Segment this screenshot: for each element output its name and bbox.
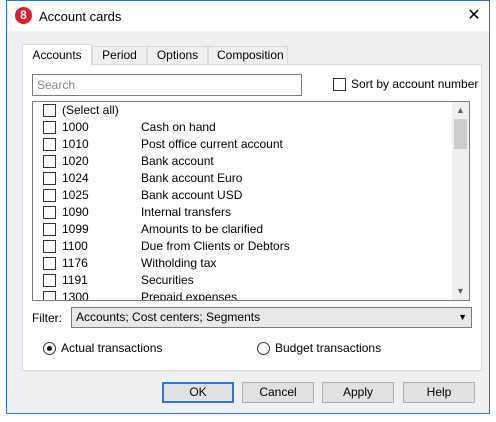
list-item[interactable]: 1100 Due from Clients or Debtors <box>33 238 453 255</box>
list-item[interactable]: 1191 Securities <box>33 272 453 289</box>
actual-transactions-label: Actual transactions <box>61 341 163 355</box>
app-icon: 8 <box>15 7 32 24</box>
account-name: Securities <box>141 273 194 287</box>
search-input[interactable] <box>32 74 302 96</box>
scrollbar-thumb[interactable] <box>454 119 467 149</box>
select-all-label: (Select all) <box>62 103 119 117</box>
account-checkbox[interactable] <box>43 172 56 185</box>
tab-period[interactable]: Period <box>92 46 147 65</box>
tab-accounts[interactable]: Accounts <box>22 44 92 66</box>
select-all-checkbox[interactable] <box>43 104 56 117</box>
account-checkbox[interactable] <box>43 155 56 168</box>
list-item[interactable]: 1176 Witholding tax <box>33 255 453 272</box>
account-name: Bank account USD <box>141 188 243 202</box>
account-name: Post office current account <box>141 137 283 151</box>
account-checkbox[interactable] <box>43 121 56 134</box>
filter-dropdown[interactable]: Accounts; Cost centers; Segments ▼ <box>71 307 472 328</box>
list-item[interactable]: 1010 Post office current account <box>33 136 453 153</box>
dropdown-arrow-icon: ▼ <box>458 312 467 322</box>
account-checkbox[interactable] <box>43 240 56 253</box>
account-number: 1100 <box>62 239 88 253</box>
account-checkbox[interactable] <box>43 291 56 300</box>
cancel-button[interactable]: Cancel <box>242 382 314 403</box>
account-name: Bank account Euro <box>141 171 243 185</box>
account-name: Witholding tax <box>141 256 217 270</box>
list-item[interactable]: 1099 Amounts to be clarified <box>33 221 453 238</box>
list-item[interactable]: 1024 Bank account Euro <box>33 170 453 187</box>
accounts-panel: Sort by account number (Select all) 1000… <box>22 64 482 371</box>
chevron-down-icon[interactable]: ▼ <box>452 283 469 300</box>
account-checkbox[interactable] <box>43 206 56 219</box>
account-number: 1176 <box>62 256 88 270</box>
account-checkbox[interactable] <box>43 138 56 151</box>
account-name: Bank account <box>141 154 214 168</box>
list-item[interactable]: 1000 Cash on hand <box>33 119 453 136</box>
list-scrollbar[interactable]: ▲ ▼ <box>452 102 469 300</box>
window-title: Account cards <box>39 9 122 24</box>
account-number: 1090 <box>62 205 89 219</box>
filter-label: Filter: <box>32 311 62 325</box>
account-cards-dialog: 8 Account cards ✕ Accounts Period Option… <box>6 0 490 414</box>
budget-transactions-label: Budget transactions <box>275 341 382 355</box>
account-checkbox[interactable] <box>43 274 56 287</box>
filter-value: Accounts; Cost centers; Segments <box>76 310 261 324</box>
accounts-list[interactable]: (Select all) 1000 Cash on hand 1010 Post… <box>32 101 470 301</box>
account-checkbox[interactable] <box>43 189 56 202</box>
list-item-select-all[interactable]: (Select all) <box>33 102 453 119</box>
account-checkbox[interactable] <box>43 223 56 236</box>
account-name: Internal transfers <box>141 205 232 219</box>
tab-options[interactable]: Options <box>147 46 208 65</box>
account-name: Cash on hand <box>141 120 216 134</box>
title-bar: 8 Account cards ✕ <box>7 1 489 31</box>
list-item[interactable]: 1300 Prepaid expenses <box>33 289 453 301</box>
close-icon[interactable]: ✕ <box>459 1 489 31</box>
account-number: 1191 <box>62 273 88 287</box>
list-item[interactable]: 1020 Bank account <box>33 153 453 170</box>
ok-button[interactable]: OK <box>162 382 234 403</box>
account-name: Prepaid expenses <box>141 290 238 301</box>
account-checkbox[interactable] <box>43 257 56 270</box>
account-number: 1024 <box>62 171 89 185</box>
list-item[interactable]: 1025 Bank account USD <box>33 187 453 204</box>
help-button[interactable]: Help <box>403 382 475 403</box>
account-number: 1020 <box>62 154 89 168</box>
account-number: 1025 <box>62 188 89 202</box>
apply-button[interactable]: Apply <box>322 382 394 403</box>
chevron-up-icon[interactable]: ▲ <box>452 102 469 119</box>
sort-by-number-label: Sort by account number <box>351 77 479 91</box>
budget-transactions-radio[interactable] <box>257 342 270 355</box>
list-item[interactable]: 1090 Internal transfers <box>33 204 453 221</box>
account-number: 1099 <box>62 222 89 236</box>
actual-transactions-radio[interactable] <box>43 342 56 355</box>
account-name: Due from Clients or Debtors <box>141 239 290 253</box>
account-number: 1010 <box>62 137 89 151</box>
account-number: 1000 <box>62 120 89 134</box>
account-number: 1300 <box>62 290 89 301</box>
tab-composition[interactable]: Composition <box>208 46 288 65</box>
sort-by-number-checkbox[interactable] <box>333 78 346 91</box>
account-name: Amounts to be clarified <box>141 222 264 236</box>
